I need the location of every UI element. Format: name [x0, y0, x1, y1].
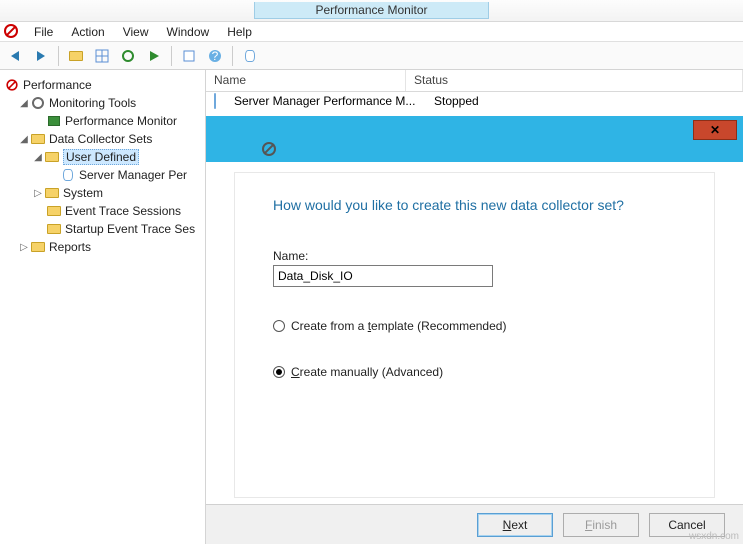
toolbar-btn-6[interactable]: ? — [204, 45, 226, 67]
collector-icon — [214, 94, 230, 108]
window-titlebar: Performance Monitor — [0, 0, 743, 22]
nav-back-button[interactable] — [4, 45, 26, 67]
toolbar-btn-5[interactable] — [178, 45, 200, 67]
twisty-icon: ▷ — [32, 188, 44, 199]
radio-unchecked-icon — [273, 320, 285, 332]
option-manual-label: Create manually (Advanced) — [291, 365, 443, 379]
toolbar-separator — [232, 46, 233, 66]
arrow-right-icon — [37, 51, 45, 61]
tree-event-trace-sessions[interactable]: Event Trace Sessions — [4, 202, 205, 220]
folder-icon — [69, 51, 83, 61]
menubar: File Action View Window Help — [0, 22, 743, 42]
name-input[interactable] — [273, 265, 493, 287]
tree-monitoring-tools[interactable]: ◢Monitoring Tools — [4, 94, 205, 112]
toolbar: ? — [0, 42, 743, 70]
toolbar-btn-1[interactable] — [65, 45, 87, 67]
tree-reports[interactable]: ▷Reports — [4, 238, 205, 256]
properties-icon — [182, 49, 196, 63]
tree-system[interactable]: ▷System — [4, 184, 205, 202]
tree-performance-monitor[interactable]: Performance Monitor — [4, 112, 205, 130]
grid-icon — [95, 49, 109, 63]
menu-help[interactable]: Help — [219, 23, 260, 41]
toolbar-separator — [171, 46, 172, 66]
collector-icon — [245, 50, 255, 62]
option-template[interactable]: Create from a template (Recommended) — [273, 319, 676, 333]
help-icon: ? — [208, 49, 222, 63]
twisty-icon: ◢ — [18, 134, 30, 145]
list-item-status: Stopped — [434, 94, 735, 108]
arrow-left-icon — [11, 51, 19, 61]
option-manual[interactable]: Create manually (Advanced) — [273, 365, 676, 379]
finish-button: Finish — [563, 513, 639, 537]
close-icon: ✕ — [710, 123, 720, 137]
content-pane: Name Status Server Manager Performance M… — [206, 70, 743, 544]
option-template-label: Create from a template (Recommended) — [291, 319, 506, 333]
next-button[interactable]: Next — [477, 513, 553, 537]
menu-action[interactable]: Action — [63, 23, 112, 41]
play-icon — [147, 49, 161, 63]
watermark: wsxdn.com — [689, 531, 739, 542]
tree-root[interactable]: Performance — [4, 76, 205, 94]
tree-startup-event-trace[interactable]: Startup Event Trace Ses — [4, 220, 205, 238]
tree-pane: Performance ◢Monitoring Tools Performanc… — [0, 70, 206, 544]
window-title: Performance Monitor — [254, 2, 488, 19]
svg-text:?: ? — [212, 49, 219, 63]
wizard-body: How would you like to create this new da… — [234, 172, 715, 498]
toolbar-separator — [58, 46, 59, 66]
menu-window[interactable]: Window — [159, 23, 218, 41]
menu-view[interactable]: View — [115, 23, 157, 41]
app-icon — [4, 24, 20, 40]
list-header: Name Status — [206, 70, 743, 92]
tree-user-defined[interactable]: ◢User Defined — [4, 148, 205, 166]
twisty-icon: ◢ — [18, 98, 30, 109]
close-button[interactable]: ✕ — [693, 120, 737, 140]
nav-forward-button[interactable] — [30, 45, 52, 67]
list-item[interactable]: Server Manager Performance M... Stopped — [206, 92, 743, 110]
twisty-icon: ◢ — [32, 152, 44, 163]
refresh-icon — [121, 49, 135, 63]
toolbar-btn-7[interactable] — [239, 45, 261, 67]
menu-file[interactable]: File — [26, 23, 61, 41]
tree-server-manager-perf[interactable]: Server Manager Per — [4, 166, 205, 184]
twisty-icon: ▷ — [18, 242, 30, 253]
wizard-footer: Next Finish Cancel — [206, 504, 743, 544]
name-label: Name: — [273, 249, 676, 263]
column-name[interactable]: Name — [206, 70, 406, 91]
toolbar-btn-2[interactable] — [91, 45, 113, 67]
column-status[interactable]: Status — [406, 70, 743, 91]
wizard-dialog: ✕ Create new Data Collector Set. How wou… — [206, 116, 743, 544]
wizard-question: How would you like to create this new da… — [273, 197, 676, 213]
list-item-name: Server Manager Performance M... — [234, 94, 434, 108]
radio-checked-icon — [273, 366, 285, 378]
toolbar-btn-4[interactable] — [143, 45, 165, 67]
toolbar-btn-3[interactable] — [117, 45, 139, 67]
tree-data-collector-sets[interactable]: ◢Data Collector Sets — [4, 130, 205, 148]
